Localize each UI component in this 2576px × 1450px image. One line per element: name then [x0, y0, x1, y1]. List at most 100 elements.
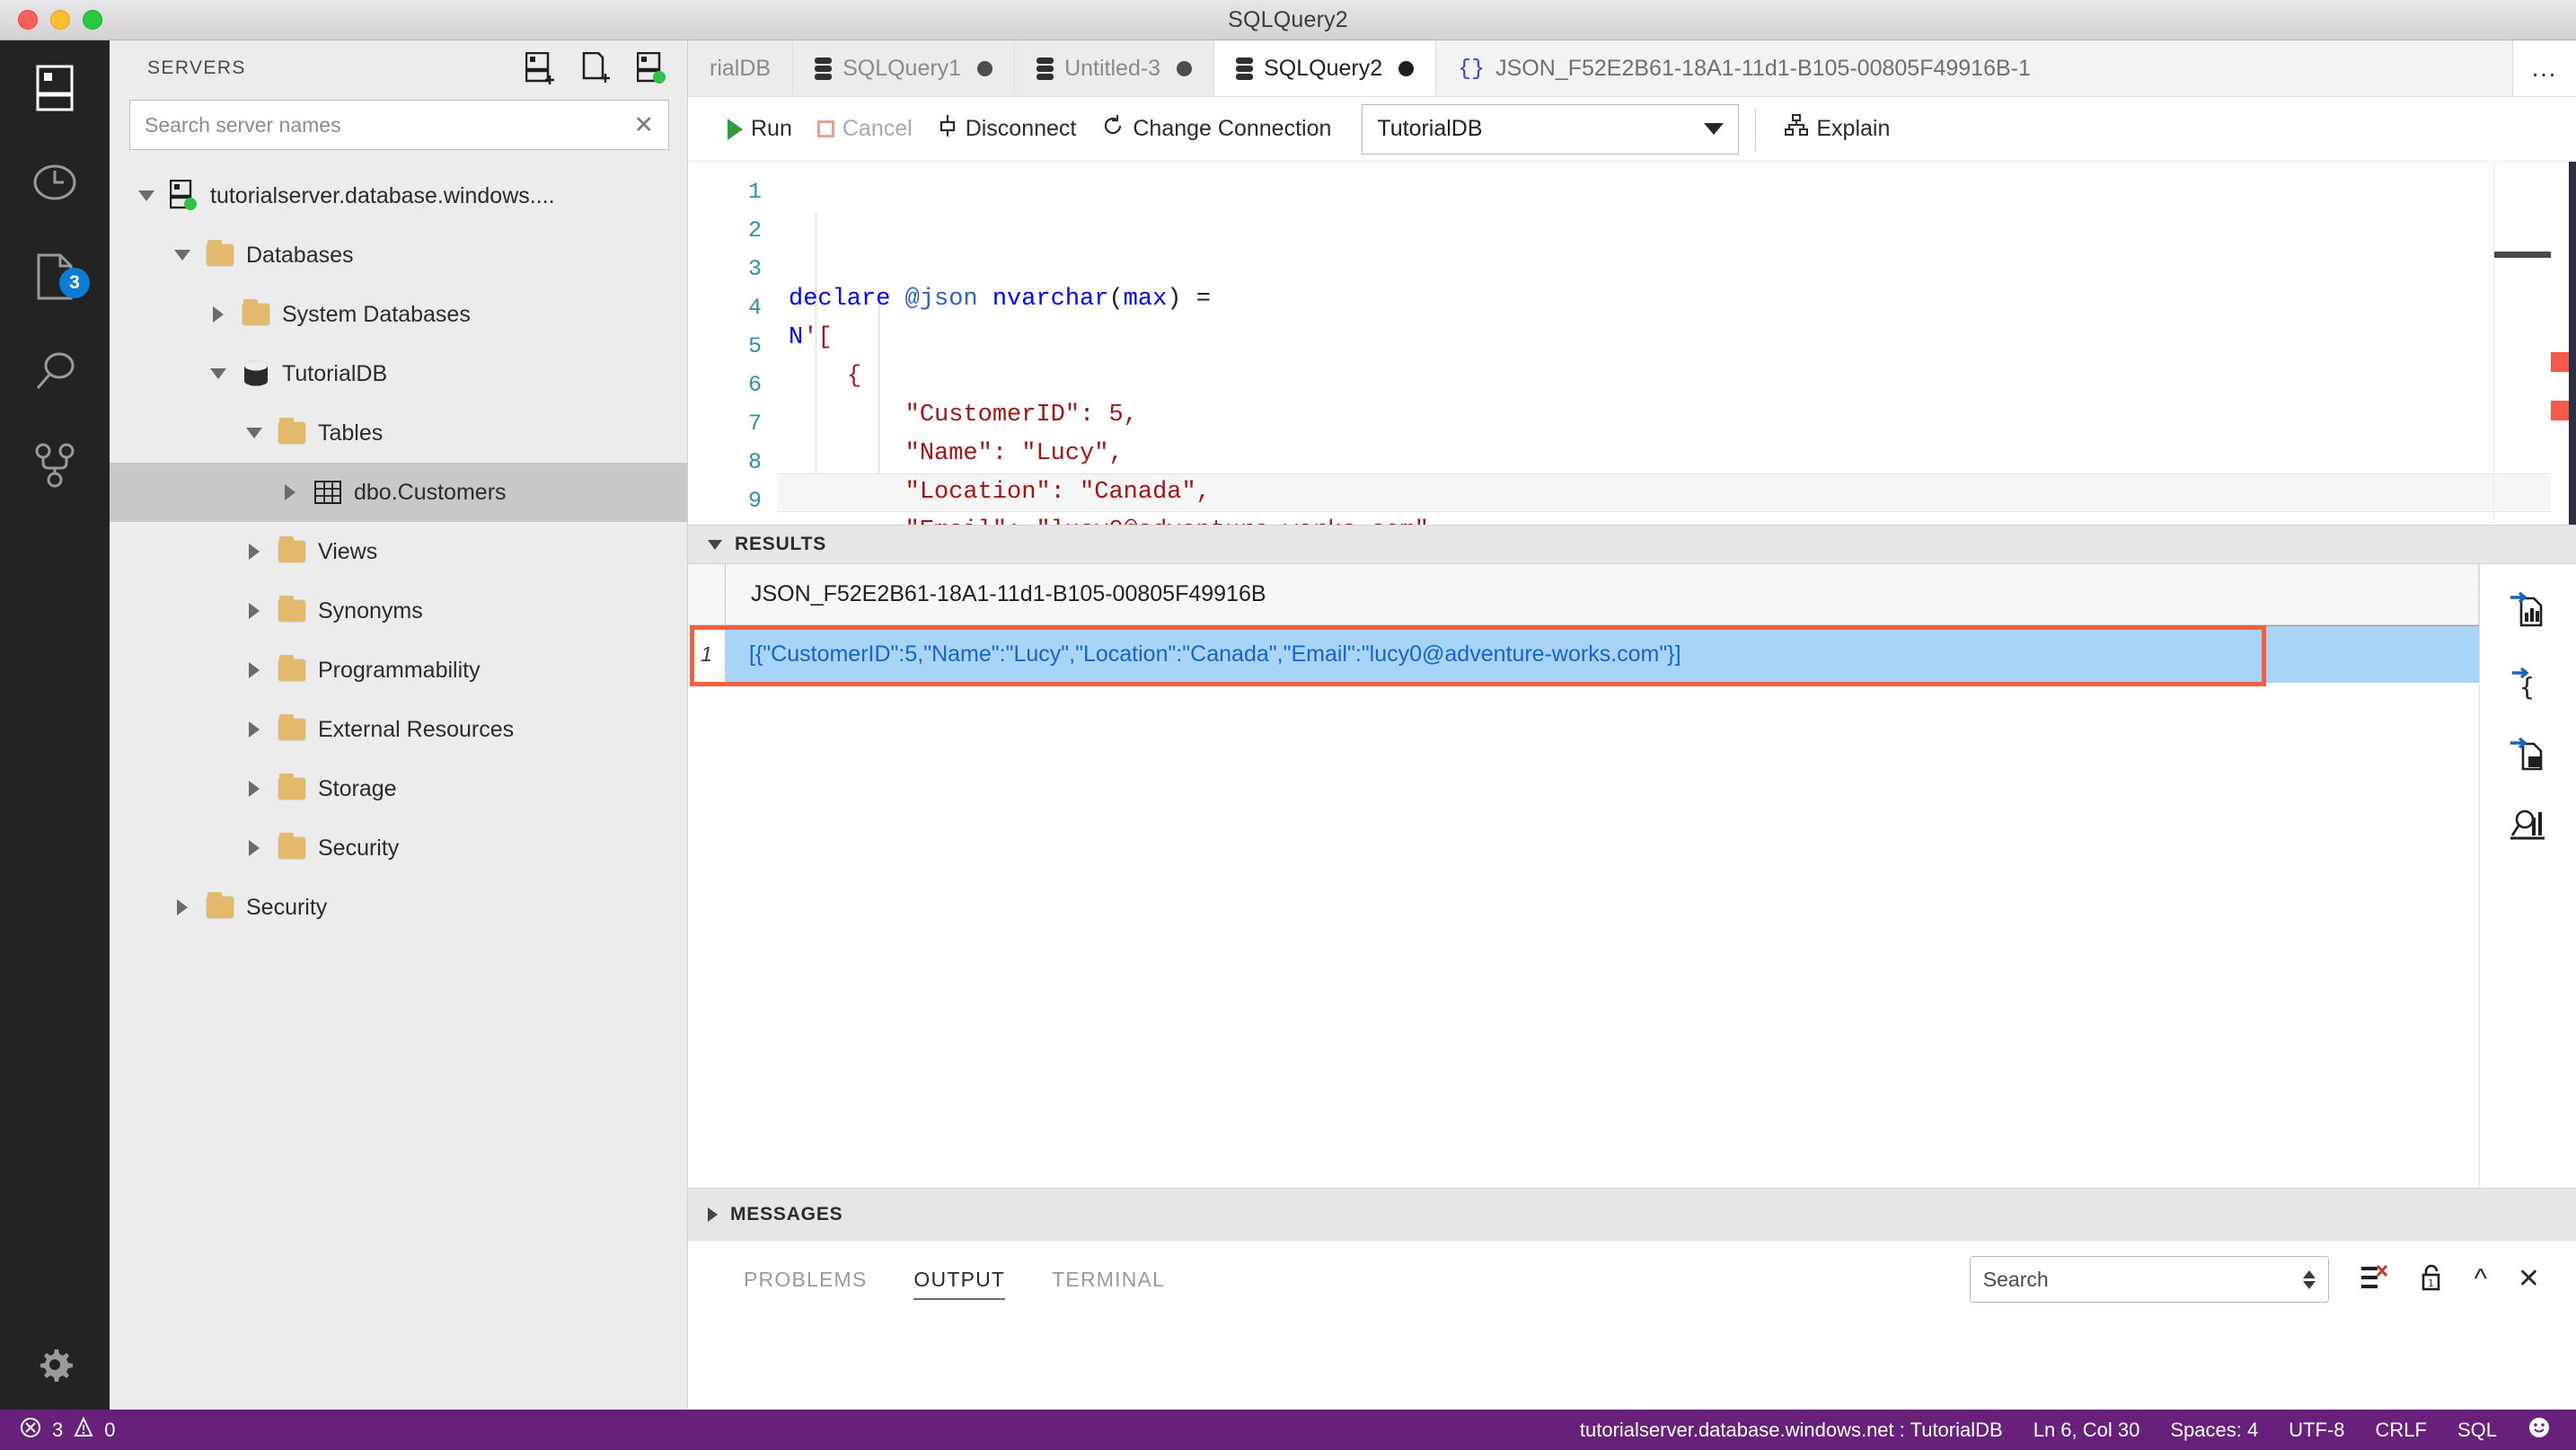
- status-encoding[interactable]: UTF-8: [2289, 1419, 2344, 1442]
- output-channel-value: Search: [1982, 1267, 2049, 1291]
- collapse-arrow-icon[interactable]: [129, 190, 163, 201]
- editor-minimap[interactable]: [2493, 162, 2552, 525]
- clear-search-icon[interactable]: ✕: [630, 112, 657, 137]
- collapse-arrow-icon[interactable]: [237, 428, 271, 438]
- status-connection[interactable]: tutorialserver.database.windows.net : Tu…: [1580, 1419, 2003, 1442]
- collapse-arrow-icon[interactable]: [201, 368, 235, 379]
- tree-item[interactable]: Storage: [110, 759, 687, 818]
- tree-item[interactable]: Databases: [110, 225, 687, 285]
- tabs-more-button[interactable]: …: [2513, 40, 2576, 96]
- status-cursor-position[interactable]: Ln 6, Col 30: [2033, 1419, 2140, 1442]
- activity-item-settings[interactable]: [0, 1320, 110, 1410]
- activity-item-files[interactable]: 3: [0, 229, 110, 323]
- lock-scroll-icon[interactable]: 1: [2419, 1263, 2444, 1296]
- expand-arrow-icon[interactable]: [237, 544, 271, 560]
- table-row[interactable]: 1 [{"CustomerID":5,"Name":"Lucy","Locati…: [688, 625, 2479, 683]
- tree-item[interactable]: Tables: [110, 403, 687, 463]
- code-line[interactable]: "Name": "Lucy",: [778, 435, 2576, 473]
- result-cell[interactable]: [{"CustomerID":5,"Name":"Lucy","Location…: [726, 625, 2479, 683]
- expand-arrow-icon[interactable]: [237, 721, 271, 738]
- overview-ruler[interactable]: [2551, 162, 2569, 525]
- new-query-icon[interactable]: [581, 52, 612, 84]
- new-server-group-icon[interactable]: [637, 52, 667, 84]
- collapse-arrow-icon[interactable]: [165, 250, 199, 261]
- database-icon: [1236, 57, 1254, 80]
- tab-dirty-indicator[interactable]: [1177, 60, 1193, 76]
- database-dropdown[interactable]: TutorialDB: [1362, 103, 1740, 155]
- results-grid-header: JSON_F52E2B61-18A1-11d1-B105-00805F49916…: [688, 564, 2479, 625]
- maximize-panel-icon[interactable]: ^: [2475, 1266, 2487, 1293]
- run-button[interactable]: Run: [715, 106, 805, 153]
- error-marker[interactable]: [2551, 352, 2569, 372]
- smiley-icon[interactable]: [2527, 1416, 2551, 1445]
- expand-arrow-icon[interactable]: [273, 484, 307, 500]
- activity-item-history[interactable]: [0, 135, 110, 229]
- search-server-box[interactable]: ✕: [129, 100, 669, 150]
- tree-item[interactable]: Security: [110, 878, 687, 937]
- activity-item-servers[interactable]: [0, 40, 110, 135]
- expand-arrow-icon[interactable]: [237, 662, 271, 678]
- activity-item-search[interactable]: [0, 323, 110, 418]
- tree-item[interactable]: dbo.Customers: [110, 463, 687, 522]
- gear-icon: [34, 1344, 75, 1385]
- save-as-csv-icon[interactable]: [2509, 589, 2548, 629]
- tree-item[interactable]: tutorialserver.database.windows....: [110, 166, 687, 225]
- save-as-excel-icon[interactable]: [2509, 733, 2548, 773]
- status-indentation[interactable]: Spaces: 4: [2170, 1419, 2258, 1442]
- activity-item-source-control[interactable]: [0, 418, 110, 512]
- tree-item[interactable]: Programmability: [110, 641, 687, 700]
- status-eol[interactable]: CRLF: [2376, 1419, 2427, 1442]
- close-panel-icon[interactable]: ✕: [2518, 1266, 2540, 1293]
- tree-item[interactable]: Views: [110, 522, 687, 581]
- tree-item[interactable]: TutorialDB: [110, 344, 687, 403]
- editor-vertical-scrollbar[interactable]: [2569, 162, 2576, 525]
- status-language-mode[interactable]: SQL: [2457, 1419, 2497, 1442]
- expand-arrow-icon[interactable]: [237, 603, 271, 619]
- expand-arrow-icon[interactable]: [165, 899, 199, 915]
- results-grid[interactable]: JSON_F52E2B61-18A1-11d1-B105-00805F49916…: [688, 564, 2479, 1188]
- tree-item[interactable]: Synonyms: [110, 581, 687, 641]
- clear-output-icon[interactable]: [2360, 1263, 2388, 1296]
- code-line[interactable]: {: [778, 358, 2576, 396]
- expand-arrow-icon[interactable]: [201, 306, 235, 323]
- error-marker[interactable]: [2551, 401, 2569, 420]
- column-header[interactable]: JSON_F52E2B61-18A1-11d1-B105-00805F49916…: [726, 564, 2479, 624]
- code-line[interactable]: "Location": "Canada",: [778, 473, 2576, 512]
- tab-json-result[interactable]: {} JSON_F52E2B61-18A1-11d1-B105-00805F49…: [1436, 40, 2513, 96]
- tab-sqlquery2[interactable]: SQLQuery2: [1214, 40, 1437, 96]
- tree-item[interactable]: System Databases: [110, 285, 687, 344]
- tab-problems[interactable]: PROBLEMS: [720, 1241, 890, 1318]
- tab-terminal[interactable]: TERMINAL: [1028, 1241, 1188, 1318]
- save-as-json-icon[interactable]: { }: [2509, 661, 2548, 701]
- tab-dirty-indicator[interactable]: [977, 60, 993, 76]
- code-line[interactable]: N'[: [778, 319, 2576, 358]
- search-input[interactable]: [145, 112, 631, 137]
- tree-item[interactable]: Security: [110, 818, 687, 878]
- disconnect-button[interactable]: Disconnect: [925, 106, 1090, 153]
- tab-output[interactable]: OUTPUT: [890, 1241, 1028, 1318]
- code-line[interactable]: declare @json nvarchar(max) =: [778, 280, 2576, 319]
- tab-sqlquery1[interactable]: SQLQuery1: [793, 40, 1016, 96]
- show-chart-icon[interactable]: [2509, 805, 2548, 844]
- new-connection-icon[interactable]: [525, 52, 556, 84]
- expand-arrow-icon[interactable]: [237, 781, 271, 797]
- results-section-header[interactable]: RESULTS: [688, 525, 2576, 564]
- change-connection-button[interactable]: Change Connection: [1089, 106, 1344, 153]
- tree-item[interactable]: External Resources: [110, 700, 687, 759]
- tab-untitled-3[interactable]: Untitled-3: [1015, 40, 1215, 96]
- cancel-button[interactable]: Cancel: [805, 106, 925, 153]
- tab-dirty-indicator[interactable]: [1398, 60, 1415, 76]
- sql-editor[interactable]: 1 2 3 4 5 6 7 8 9 10 declare @json nvarchar(max) …: [688, 162, 2576, 525]
- output-channel-select[interactable]: Search: [1969, 1256, 2329, 1303]
- code-line[interactable]: "CustomerID": 5,: [778, 396, 2576, 435]
- folder-icon: [271, 655, 313, 681]
- code-content[interactable]: declare @json nvarchar(max) = N'[ { "Cust…: [778, 162, 2576, 525]
- code-line[interactable]: "Email": "lucy0@adventure-works.com": [778, 512, 2576, 525]
- minimap-slider[interactable]: [2494, 252, 2552, 258]
- tab-rialdb[interactable]: rialDB: [688, 40, 794, 96]
- explain-button[interactable]: Explain: [1772, 106, 1902, 153]
- messages-section-header[interactable]: MESSAGES: [688, 1188, 2576, 1240]
- status-problems[interactable]: 3 0: [0, 1416, 116, 1444]
- spinner-arrows-icon[interactable]: [2302, 1269, 2316, 1289]
- expand-arrow-icon[interactable]: [237, 840, 271, 856]
